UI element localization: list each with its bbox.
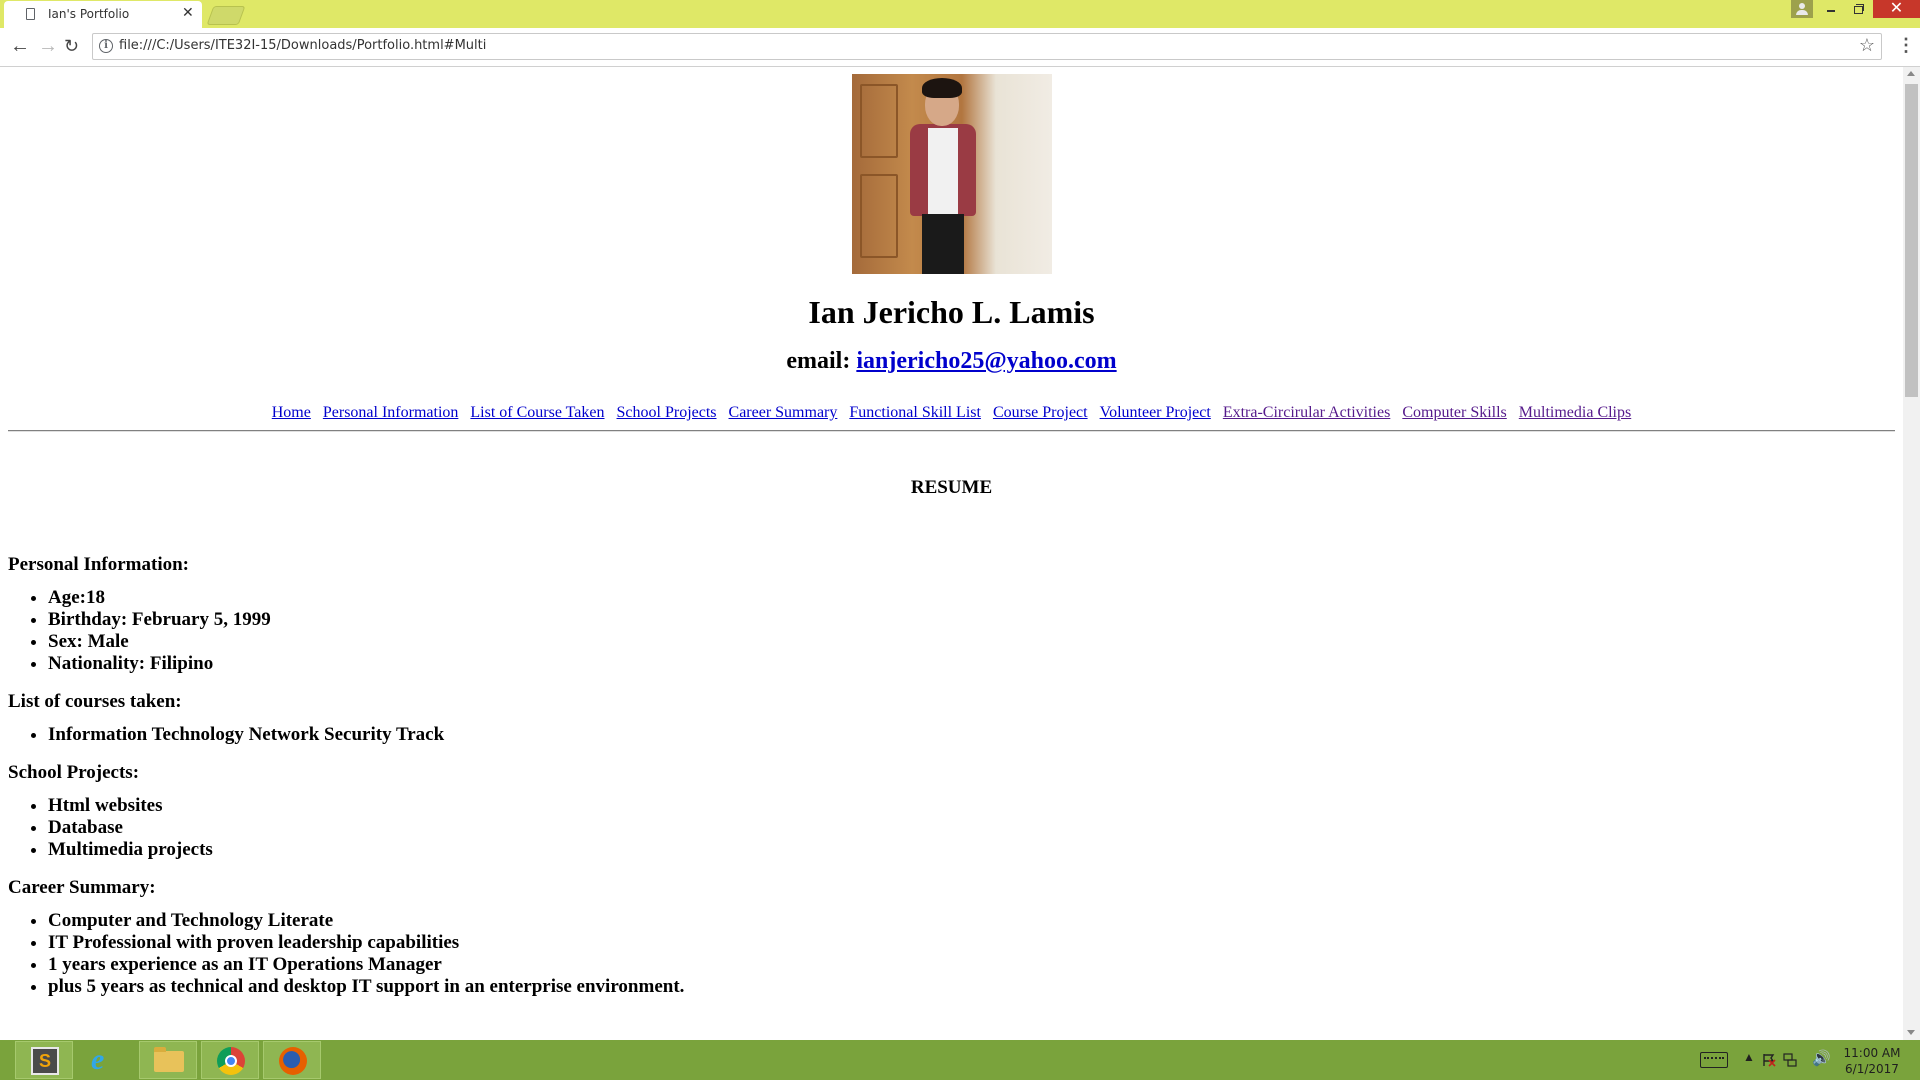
- list-item: Birthday: February 5, 1999: [48, 609, 1608, 631]
- close-window-button[interactable]: ✕: [1873, 0, 1920, 18]
- taskbar-chrome[interactable]: [201, 1041, 259, 1079]
- internet-explorer-icon: e: [91, 1043, 105, 1076]
- nav-link-list-of-course-taken[interactable]: List of Course Taken: [470, 404, 604, 421]
- bookmark-star-icon[interactable]: ☆: [1859, 35, 1875, 56]
- list-item: Computer and Technology Literate: [48, 910, 1608, 932]
- horizontal-divider: [8, 430, 1895, 432]
- list-item: Html websites: [48, 795, 1608, 817]
- nav-link-career-summary[interactable]: Career Summary: [729, 404, 838, 421]
- person-legs: [922, 214, 964, 274]
- url-text[interactable]: file:///C:/Users/ITE32I-15/Downloads/Por…: [119, 38, 486, 53]
- reload-icon[interactable]: ↻: [64, 36, 79, 56]
- nav-link-school-projects[interactable]: School Projects: [617, 404, 717, 421]
- section-title-courses: List of courses taken:: [8, 691, 182, 712]
- list-career-summary: Computer and Technology Literate IT Prof…: [8, 910, 1608, 998]
- nav-link-course-project[interactable]: Course Project: [993, 404, 1088, 421]
- vertical-scrollbar[interactable]: [1903, 67, 1920, 1040]
- list-personal-information: Age:18 Birthday: February 5, 1999 Sex: M…: [8, 587, 1608, 675]
- page-title: Ian Jericho L. Lamis: [808, 294, 1095, 330]
- restore-button[interactable]: [1846, 0, 1872, 18]
- person-shirt: [928, 128, 958, 214]
- list-item: plus 5 years as technical and desktop IT…: [48, 976, 1608, 998]
- list-item: Age:18: [48, 587, 1608, 609]
- firefox-icon: [279, 1047, 307, 1075]
- nav-link-volunteer-project[interactable]: Volunteer Project: [1100, 404, 1211, 421]
- document-icon: [26, 8, 35, 20]
- info-icon[interactable]: i: [99, 39, 113, 53]
- section-title-career-summary: Career Summary:: [8, 877, 156, 898]
- taskbar-firefox[interactable]: [263, 1041, 321, 1079]
- show-hidden-icons-chevron-icon[interactable]: ▲: [1743, 1050, 1755, 1064]
- email-label: email:: [786, 348, 851, 374]
- list-item: 1 years experience as an IT Operations M…: [48, 954, 1608, 976]
- back-arrow-icon[interactable]: ←: [10, 36, 30, 56]
- list-item: IT Professional with proven leadership c…: [48, 932, 1608, 954]
- taskbar-internet-explorer[interactable]: e: [77, 1041, 135, 1079]
- address-bar[interactable]: i file:///C:/Users/ITE32I-15/Downloads/P…: [92, 33, 1882, 60]
- list-item: Information Technology Network Security …: [48, 724, 1608, 746]
- list-school-projects: Html websites Database Multimedia projec…: [8, 795, 1608, 861]
- windows-taskbar: S e ▲ 🔊 11:00 AM 6/1/2017: [0, 1040, 1920, 1080]
- clock-time: 11:00 AM: [1843, 1046, 1901, 1060]
- person-hair: [922, 78, 962, 98]
- browser-menu-icon[interactable]: ⋮: [1897, 36, 1915, 54]
- list-item: Nationality: Filipino: [48, 653, 1608, 675]
- page-viewport: Ian Jericho L. Lamis email: ianjericho25…: [0, 67, 1903, 1040]
- list-item: Multimedia projects: [48, 839, 1608, 861]
- resume-body: Personal Information: Age:18 Birthday: F…: [8, 554, 1608, 1014]
- forward-arrow-icon[interactable]: →: [38, 36, 58, 56]
- chrome-icon: [217, 1047, 245, 1075]
- new-tab-button[interactable]: [206, 6, 246, 25]
- tab-ians-portfolio[interactable]: Ian's Portfolio ✕: [4, 1, 202, 28]
- email-line: email: ianjericho25@yahoo.com: [0, 348, 1903, 375]
- minimize-button[interactable]: [1818, 0, 1844, 18]
- tab-close-icon[interactable]: ✕: [182, 4, 194, 21]
- door-panel: [860, 174, 898, 258]
- door-panel: [860, 84, 898, 158]
- list-courses: Information Technology Network Security …: [8, 724, 1608, 746]
- list-item: Database: [48, 817, 1608, 839]
- email-link[interactable]: ianjericho25@yahoo.com: [856, 348, 1116, 374]
- action-center-flag-icon[interactable]: [1762, 1053, 1776, 1067]
- section-nav: Home Personal Information List of Course…: [0, 404, 1903, 422]
- system-clock[interactable]: 11:00 AM 6/1/2017: [1832, 1045, 1912, 1077]
- taskbar-file-explorer[interactable]: [139, 1041, 197, 1079]
- resume-heading: RESUME: [910, 477, 993, 498]
- section-title-personal-information: Personal Information:: [8, 554, 190, 575]
- network-icon[interactable]: [1783, 1053, 1797, 1067]
- file-explorer-icon: [154, 1047, 184, 1072]
- nav-link-extra-curricular-activities[interactable]: Extra-Circirular Activities: [1223, 404, 1391, 421]
- section-title-school-projects: School Projects:: [8, 762, 140, 783]
- browser-toolbar: ← → ↻ i file:///C:/Users/ITE32I-15/Downl…: [0, 28, 1920, 67]
- nav-link-functional-skill-list[interactable]: Functional Skill List: [849, 404, 981, 421]
- taskbar-sublime-text[interactable]: S: [15, 1041, 73, 1079]
- profile-photo: [852, 74, 1052, 274]
- scrollbar-thumb[interactable]: [1905, 84, 1918, 397]
- volume-icon[interactable]: 🔊: [1812, 1049, 1831, 1067]
- clock-date: 6/1/2017: [1845, 1062, 1899, 1076]
- keyboard-icon[interactable]: [1700, 1052, 1728, 1068]
- nav-link-multimedia-clips[interactable]: Multimedia Clips: [1519, 404, 1631, 421]
- sublime-text-icon: S: [31, 1047, 59, 1075]
- nav-link-personal-information[interactable]: Personal Information: [323, 404, 459, 421]
- profile-icon[interactable]: [1791, 0, 1813, 18]
- list-item: Sex: Male: [48, 631, 1608, 653]
- scroll-down-arrow-icon[interactable]: [1907, 1030, 1915, 1035]
- tab-title: Ian's Portfolio: [48, 7, 130, 21]
- scroll-up-arrow-icon[interactable]: [1907, 71, 1915, 76]
- browser-title-bar: Ian's Portfolio ✕ ✕: [0, 0, 1920, 28]
- nav-link-computer-skills[interactable]: Computer Skills: [1402, 404, 1506, 421]
- nav-link-home[interactable]: Home: [272, 404, 311, 421]
